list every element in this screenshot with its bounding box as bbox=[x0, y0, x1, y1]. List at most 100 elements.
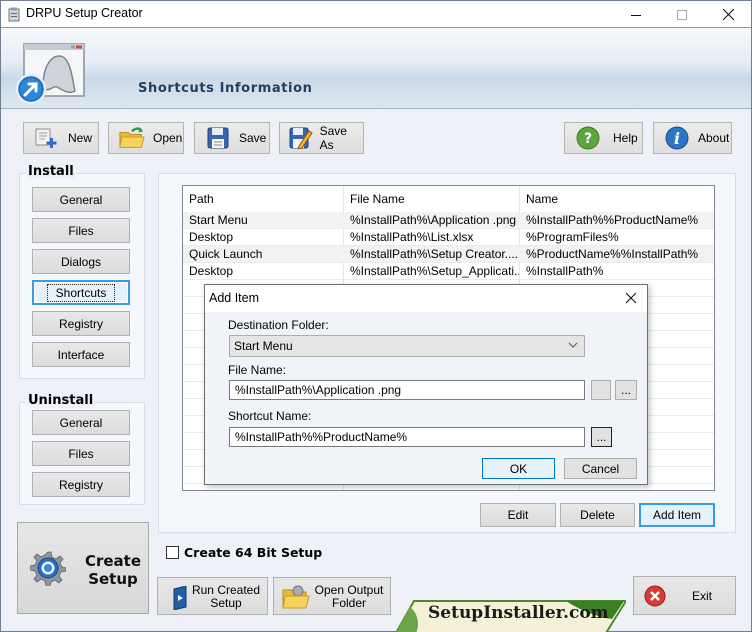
output-folder-icon bbox=[282, 585, 310, 609]
save-as-button[interactable]: Save As bbox=[279, 122, 364, 154]
install-dialogs-button[interactable]: Dialogs bbox=[32, 249, 130, 274]
open-output-line2: Folder bbox=[331, 596, 366, 610]
checkbox-box[interactable] bbox=[166, 546, 179, 559]
install-shortcuts-label: Shortcuts bbox=[46, 283, 116, 302]
open-button[interactable]: Open bbox=[108, 122, 184, 154]
cell-name: %ProductName%%InstallPath% bbox=[526, 247, 699, 261]
dialog-title: Add Item bbox=[209, 291, 260, 305]
checkbox-label: Create 64 Bit Setup bbox=[184, 545, 323, 560]
cell-path: Start Menu bbox=[189, 213, 248, 227]
new-label: New bbox=[68, 131, 93, 145]
title-bar: DRPU Setup Creator bbox=[1, 1, 751, 28]
cell-path: Desktop bbox=[189, 264, 234, 278]
add-item-dialog: Add Item Destination Folder: Start Menu … bbox=[204, 284, 648, 485]
dialog-close-icon[interactable] bbox=[623, 290, 639, 306]
gear-icon bbox=[30, 551, 66, 586]
install-files-button[interactable]: Files bbox=[32, 218, 130, 243]
about-button[interactable]: i About bbox=[653, 122, 732, 154]
help-button[interactable]: ? Help bbox=[564, 122, 643, 154]
table-row[interactable]: Quick Launch %InstallPath%\Setup Creator.… bbox=[183, 246, 714, 263]
uninstall-files-button[interactable]: Files bbox=[32, 441, 130, 466]
maximize-button[interactable] bbox=[659, 1, 705, 28]
run-created-setup-button[interactable]: Run Created Setup bbox=[157, 577, 268, 615]
cancel-button[interactable]: Cancel bbox=[564, 458, 637, 479]
column-header-name[interactable]: Name bbox=[520, 186, 714, 212]
delete-button[interactable]: Delete bbox=[560, 503, 635, 527]
cell-file-name: %InstallPath%\List.xlsx bbox=[350, 230, 474, 244]
file-icon-button[interactable] bbox=[591, 380, 611, 400]
create-setup-line1: Create bbox=[84, 552, 142, 570]
install-dialogs-label: Dialogs bbox=[60, 254, 102, 269]
install-interface-button[interactable]: Interface bbox=[32, 342, 130, 367]
edit-button[interactable]: Edit bbox=[480, 503, 556, 527]
create-setup-button[interactable]: Create Setup bbox=[17, 522, 149, 614]
exit-label: Exit bbox=[692, 589, 713, 603]
uninstall-general-button[interactable]: General bbox=[32, 410, 130, 435]
shortcut-name-input[interactable] bbox=[229, 427, 585, 447]
ok-button[interactable]: OK bbox=[482, 458, 555, 479]
help-label: Help bbox=[613, 131, 638, 145]
svg-text:i: i bbox=[674, 129, 680, 148]
install-registry-button[interactable]: Registry bbox=[32, 311, 130, 336]
browse-file-button[interactable]: ... bbox=[615, 380, 637, 400]
uninstall-registry-button[interactable]: Registry bbox=[32, 472, 130, 497]
uninstall-group-title: Uninstall bbox=[26, 393, 96, 408]
open-label: Open bbox=[153, 131, 183, 145]
save-floppy-icon bbox=[205, 126, 231, 150]
create-64-bit-checkbox[interactable]: Create 64 Bit Setup bbox=[166, 545, 322, 560]
run-setup-icon bbox=[173, 586, 187, 610]
table-header: Path File Name Name bbox=[183, 186, 714, 212]
cell-path: Desktop bbox=[189, 230, 234, 244]
close-icon bbox=[722, 9, 734, 20]
minimize-button[interactable] bbox=[613, 1, 659, 28]
destination-folder-value: Start Menu bbox=[234, 339, 293, 353]
page-title: Shortcuts Information bbox=[138, 81, 313, 96]
save-label: Save bbox=[239, 131, 267, 145]
open-output-folder-button[interactable]: Open Output Folder bbox=[273, 577, 391, 615]
table-row[interactable]: Desktop %InstallPath%\Setup_Applicati...%… bbox=[183, 263, 714, 280]
install-general-button[interactable]: General bbox=[32, 187, 130, 212]
column-header-file-name[interactable]: File Name bbox=[344, 186, 520, 212]
cell-name: %InstallPath% bbox=[526, 264, 604, 278]
uninstall-files-label: Files bbox=[68, 446, 94, 461]
install-registry-label: Registry bbox=[58, 316, 103, 331]
chevron-down-icon bbox=[568, 342, 578, 348]
destination-folder-select[interactable]: Start Menu bbox=[229, 335, 585, 357]
svg-text:?: ? bbox=[584, 131, 592, 147]
file-name-input[interactable] bbox=[229, 380, 585, 400]
install-group-title: Install bbox=[26, 164, 76, 179]
maximize-icon bbox=[677, 9, 687, 20]
setup-shortcut-logo-icon bbox=[15, 43, 85, 105]
browse-shortcut-button[interactable]: ... bbox=[591, 427, 612, 447]
table-row[interactable]: Desktop %InstallPath%\List.xlsx %ProgramFi… bbox=[183, 229, 714, 246]
new-button[interactable]: New bbox=[23, 122, 99, 154]
install-shortcuts-button[interactable]: Shortcuts bbox=[32, 280, 130, 305]
create-setup-label: Create Setup bbox=[80, 552, 146, 588]
run-setup-line2: Setup bbox=[210, 596, 242, 610]
cell-name: %ProgramFiles% bbox=[526, 230, 619, 244]
save-button[interactable]: Save bbox=[194, 122, 270, 154]
uninstall-general-label: General bbox=[59, 415, 103, 430]
install-general-label: General bbox=[59, 192, 103, 207]
install-interface-label: Interface bbox=[57, 347, 105, 362]
app-icon bbox=[8, 7, 20, 22]
banner-text: SetupInstaller.com bbox=[428, 603, 609, 623]
exit-button[interactable]: Exit bbox=[633, 576, 736, 615]
table-row[interactable]: Start Menu %InstallPath%\Application .png… bbox=[183, 212, 714, 229]
header-band: Shortcuts Information bbox=[1, 29, 751, 109]
add-item-button[interactable]: Add Item bbox=[639, 503, 715, 527]
install-files-label: Files bbox=[68, 223, 94, 238]
close-button[interactable] bbox=[705, 1, 751, 28]
uninstall-registry-label: Registry bbox=[58, 477, 103, 492]
window-title: DRPU Setup Creator bbox=[26, 6, 143, 20]
dialog-title-bar: Add Item bbox=[205, 285, 647, 312]
new-document-icon bbox=[34, 126, 60, 150]
exit-icon bbox=[644, 585, 666, 607]
app-window: DRPU Setup Creator Shortcuts Information bbox=[0, 0, 752, 632]
save-as-icon bbox=[288, 126, 314, 150]
run-created-setup-label: Run Created Setup bbox=[188, 584, 264, 610]
open-output-folder-label: Open Output Folder bbox=[312, 584, 386, 610]
column-header-path[interactable]: Path bbox=[183, 186, 344, 212]
create-setup-line2: Setup bbox=[88, 570, 138, 588]
cell-file-name: %InstallPath%\Application .png bbox=[350, 213, 517, 227]
